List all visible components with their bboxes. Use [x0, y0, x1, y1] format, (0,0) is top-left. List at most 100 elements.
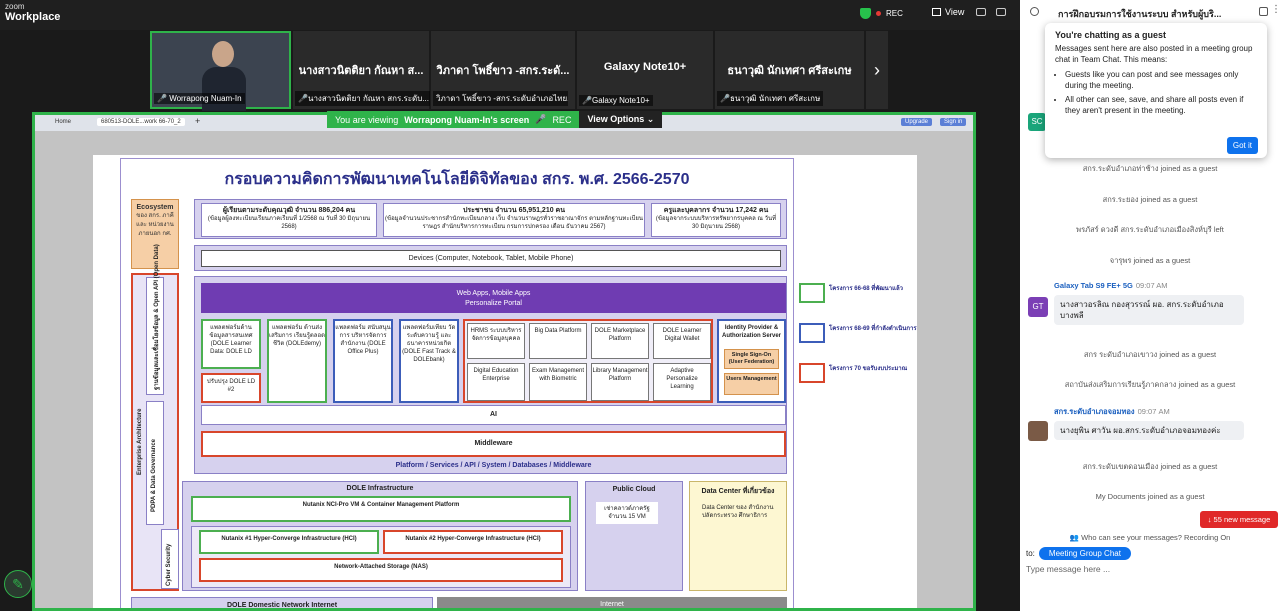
- got-it-button[interactable]: Got it: [1226, 137, 1258, 154]
- cloud-body: เช่าคลาวด์ภาครัฐ จำนวน 15 VM: [596, 502, 658, 524]
- avatar: [1028, 421, 1048, 441]
- system-message: สถาบันส่งเสริมการเรียนรู้ภาคกลาง joined …: [1064, 380, 1236, 389]
- popover-item: Guests like you can post and see message…: [1065, 69, 1257, 91]
- box-doledemy: แพลตฟอร์ม ด้านส่งเสริมการ เรียนรู้ตลอดชี…: [267, 319, 327, 403]
- devices-label: Devices (Computer, Notebook, Tablet, Mob…: [201, 250, 781, 267]
- application-layer: Web Apps, Mobile Apps Personalize Portal …: [194, 276, 787, 474]
- mic-icon: 🎤: [535, 114, 547, 124]
- box-nutanix-pro: Nutanix NCI-Pro VM & Container Managemen…: [191, 496, 571, 522]
- chevron-right-icon[interactable]: ›: [866, 31, 888, 109]
- internet-box: Internet: [437, 597, 787, 608]
- shared-screen: Home 680513-DOLE...work 66-70_2 + Upgrad…: [32, 112, 976, 611]
- people-icon: 👥: [1069, 533, 1079, 542]
- public-cloud-box: Public Cloud เช่าคลาวด์ภาครัฐ จำนวน 15 V…: [585, 481, 683, 591]
- participant-name: Galaxy Note10+: [603, 61, 687, 73]
- more-icon[interactable]: ⋮: [1271, 4, 1280, 15]
- window-icon[interactable]: [996, 8, 1006, 16]
- system-message: พรภัสร์ ดวงดี สกร.ระดับอำเภอเมืองสิงห์บุ…: [1076, 225, 1224, 234]
- pdpa-label: PDPA & Data Governance: [151, 438, 157, 512]
- participant-tile-active[interactable]: 🎤 Worrapong Nuam-In: [150, 31, 291, 111]
- avatar: SC: [1028, 113, 1046, 131]
- enterprise-architecture-label: Enterprise Architecture: [137, 408, 143, 475]
- view-label: View: [945, 7, 965, 17]
- view-button[interactable]: View: [932, 7, 964, 17]
- participant-tile[interactable]: นางสาวนิตติยา กัณหา ส... 🎤นางสาวนิตติยา …: [293, 31, 430, 109]
- participant-label: 🎤Galaxy Note10+: [579, 95, 653, 106]
- chat-message[interactable]: นางยุพิน ศาวัน ผอ.สกร.ระดับอำเภอจอมทองค่…: [1054, 421, 1244, 440]
- stats-row: ผู้เรียนตามระดับคุณวุฒิ จำนวน 886,204 คน…: [194, 199, 787, 239]
- system-message: สกร ระดับอำเภอเขาวง joined as a guest: [1083, 350, 1217, 359]
- webapps-portal: Web Apps, Mobile Apps Personalize Portal: [201, 283, 786, 313]
- box-digital-education: Digital Education Enterprise: [467, 363, 525, 401]
- new-tab-icon[interactable]: +: [195, 116, 200, 126]
- popover-title: You're chatting as a guest: [1055, 30, 1166, 40]
- network-row: DOLE Domestic Network Internet Internet: [121, 597, 793, 608]
- cyber-label: Cyber Security: [166, 543, 172, 586]
- box-exam-management: Exam Management with Biometric: [529, 363, 587, 401]
- popout-icon[interactable]: [1259, 7, 1268, 16]
- participant-label: 🎤 Worrapong Nuam-In: [154, 93, 245, 104]
- participant-label: 🎤นางสาวนิตติยา กัณหา สกร.ระดับ...: [295, 91, 430, 106]
- slide-title: กรอบความคิดการพัฒนาเทคโนโลยีดิจิทัลของ ส…: [224, 171, 690, 188]
- middleware-layer: Middleware: [201, 431, 786, 457]
- participant-name: วิภาดา โพธิ์ขาว -สกร.ระดั...: [436, 65, 570, 77]
- viewing-status: You are viewing Worrapong Nuam-In's scre…: [327, 111, 580, 128]
- chat-bubble-icon: [1030, 7, 1039, 16]
- rec-label: REC: [886, 9, 903, 18]
- record-dot-icon: [876, 11, 881, 16]
- chat-panel: การฝึกอบรมการใช้งานระบบ สำหรับผู้บริ... …: [1020, 0, 1280, 611]
- chat-title: การฝึกอบรมการใช้งานระบบ สำหรับผู้บริ...: [1058, 9, 1222, 19]
- slide-page: กรอบความคิดการพัฒนาเทคโนโลยีดิจิทัลของ ส…: [93, 155, 917, 608]
- participant-label: 🎤ธนาวุฒิ นักเทศา ศรีสะเกษ: [717, 91, 824, 106]
- box-big-data: Big Data Platform: [529, 323, 587, 359]
- slide-viewport: กรอบความคิดการพัฒนาเทคโนโลยีดิจิทัลของ ส…: [35, 131, 973, 608]
- open-data-column: ฐานข้อมูลและเชื่อมโยงข้อมูล & Open API (…: [146, 244, 164, 395]
- box-hci-2: Nutanix #2 Hyper-Converge Infrastructure…: [383, 530, 563, 554]
- stat-citizens: ประชาชน จำนวน 65,951,210 คน (ข้อมูลจำนวนป…: [383, 203, 645, 237]
- participant-name: ธนาวุฒิ นักเทศา ศรีสะเกษ: [727, 65, 852, 77]
- ai-layer: AI: [201, 405, 786, 425]
- participant-tile[interactable]: ธนาวุฒิ นักเทศา ศรีสะเกษ 🎤ธนาวุฒิ นักเทศ…: [715, 31, 864, 109]
- message-input[interactable]: Type message here ...: [1026, 564, 1110, 574]
- brand-top: zoom: [5, 2, 25, 11]
- viewing-banner: You are viewing Worrapong Nuam-In's scre…: [327, 111, 663, 128]
- box-nas: Network-Attached Storage (NAS): [199, 558, 563, 582]
- participant-name: นางสาวนิตติยา กัณหา ส...: [298, 65, 424, 77]
- network-box: DOLE Domestic Network Internet: [131, 597, 433, 608]
- participant-tile[interactable]: Galaxy Note10+ 🎤Galaxy Note10+: [577, 31, 713, 109]
- data-center-box: Data Center ที่เกี่ยวข้อง Data Center ขอ…: [689, 481, 787, 591]
- cyber-security-column: Cyber Security: [161, 529, 179, 589]
- tab-document[interactable]: 680513-DOLE...work 66-70_2: [97, 118, 185, 126]
- system-message: สกร.ระดับเขตดอนเมือง joined as a guest: [1082, 462, 1218, 471]
- signin-button[interactable]: Sign in: [940, 118, 967, 126]
- avatar: GT: [1028, 297, 1048, 317]
- pdpa-column: PDPA & Data Governance: [146, 401, 164, 525]
- chat-message[interactable]: นางสาวอรลิณ กองสุวรรณ์ ผอ. สกร.ระดับอำเภ…: [1054, 295, 1244, 325]
- participant-tile[interactable]: วิภาดา โพธิ์ขาว -สกร.ระดั... วิภาดา โพธิ…: [431, 31, 575, 109]
- box-fast-track: แพลตฟอร์มเทียบ วัดระดับความรู้ และ ธนาคา…: [399, 319, 459, 403]
- tab-home[interactable]: Home: [51, 118, 75, 126]
- fullscreen-icon[interactable]: [976, 8, 986, 16]
- dc-body: Data Center ของ สำนักงานปลัดกระทรวง ศึกษ…: [702, 505, 774, 519]
- participant-strip: 🎤 Worrapong Nuam-In นางสาวนิตติยา กัณหา …: [150, 31, 888, 111]
- message-sender: สกร.ระดับอำเภอจอมทอง 09:07 AM: [1054, 407, 1170, 416]
- box-marketplace: DOLE Marketplace Platform: [591, 323, 649, 359]
- box-office-plus: แพลตฟอร์ม สนับสนุนการ บริหารจัดการ สำนัก…: [333, 319, 393, 403]
- cloud-title: Public Cloud: [612, 486, 656, 493]
- box-ld2: ปรับปรุง DOLE LD #2: [201, 373, 261, 403]
- popover-body: Messages sent here are also posted in a …: [1055, 44, 1253, 64]
- recipient-row: to: Meeting Group Chat: [1026, 547, 1131, 560]
- new-messages-button[interactable]: ↓ 55 new message: [1200, 511, 1278, 528]
- annotate-pencil-icon[interactable]: ✎: [4, 570, 32, 598]
- upgrade-button[interactable]: Upgrade: [901, 118, 933, 126]
- who-can-see-link[interactable]: 👥 Who can see your messages? Recording O…: [1020, 533, 1280, 542]
- platform-caption: Platform / Services / API / System / Dat…: [395, 462, 592, 469]
- view-options-button[interactable]: View Options ⌄: [579, 111, 663, 128]
- box-adaptive-learning: Adaptive Personalize Learning: [653, 363, 711, 401]
- box-hrms: HRMS ระบบบริหาร จัดการข้อมูลบุคคล: [467, 323, 525, 359]
- recipient-select[interactable]: Meeting Group Chat: [1038, 547, 1131, 560]
- to-label: to:: [1026, 549, 1035, 558]
- shield-icon: [860, 8, 871, 19]
- box-library: Library Management Platform: [591, 363, 649, 401]
- recording-indicator[interactable]: REC: [860, 8, 903, 19]
